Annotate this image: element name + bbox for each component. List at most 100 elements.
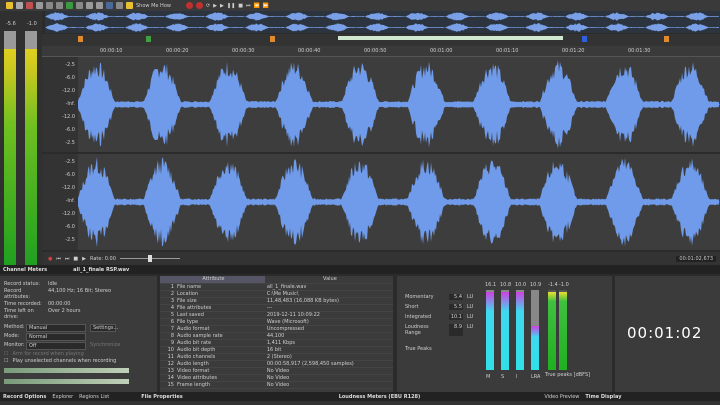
loudness-row: Loudness Range 8.9 LU [405, 324, 473, 336]
loudness-row: Short 5.5 LU [405, 304, 473, 310]
open-icon[interactable] [6, 2, 13, 9]
help-icon[interactable] [126, 2, 133, 9]
undo-icon[interactable] [86, 2, 93, 9]
row-number: 13 [167, 367, 174, 374]
loop-icon[interactable]: ⟳ [206, 3, 210, 9]
property-row[interactable]: 7 Audio format Uncompressed [160, 325, 393, 333]
property-row[interactable]: 13 Video format No Video [160, 367, 393, 375]
record-options-panel: Record status: Idle Record attributes: 44,… [0, 276, 157, 392]
cursor-flag[interactable] [582, 36, 587, 42]
copy-icon[interactable] [56, 2, 63, 9]
tab-channel-meters[interactable]: Channel Meters [3, 267, 47, 273]
mix-icon[interactable] [66, 2, 73, 9]
property-row[interactable]: 9 Audio bit rate 1,411 Kbps [160, 339, 393, 347]
property-row[interactable]: 3 File size 11,48,483 (16,088 KB bytes) [160, 297, 393, 305]
mode-select[interactable]: Normal [26, 333, 86, 341]
loudness-unit: LU [467, 294, 474, 300]
record-icon[interactable] [185, 2, 193, 9]
tab-video-preview[interactable]: Video Preview [544, 394, 579, 400]
column-header[interactable]: Attribute [160, 276, 265, 284]
rate-slider[interactable] [119, 255, 180, 262]
tab-explorer[interactable]: Explorer [52, 394, 73, 400]
time-ruler[interactable]: 00:00:10 00:00:20 00:00:30 00:00:40 00:00:50… [42, 46, 720, 57]
save-icon[interactable] [16, 2, 23, 9]
overview-waveform[interactable] [45, 11, 720, 33]
tab-time-display[interactable]: Time Display [585, 394, 621, 400]
forward-icon[interactable]: ⏩ [263, 3, 269, 9]
tab-record-options[interactable]: Record Options [3, 394, 46, 400]
show-me-how-button[interactable]: Show Me How [136, 3, 171, 9]
play-icon[interactable]: ▶ [220, 3, 224, 9]
stop-icon[interactable]: ■ [238, 3, 243, 9]
tab-file-properties[interactable]: File Properties [141, 394, 182, 400]
play-icon[interactable]: ▶ [82, 256, 86, 262]
db-label: -12.0 [62, 211, 75, 217]
marker-bar[interactable] [42, 34, 720, 46]
property-name: Audio sample rate [177, 332, 223, 339]
channel-2-waveform[interactable] [78, 154, 720, 250]
monitor-select[interactable]: Off [26, 342, 86, 350]
checkbox[interactable]: ☐ [4, 351, 8, 357]
crop-icon[interactable] [76, 2, 83, 9]
db-label: -2.5 [65, 62, 75, 68]
row-number: 9 [170, 339, 174, 346]
column-header[interactable]: Value [264, 276, 393, 284]
property-row[interactable]: 14 Video attributes No Video [160, 374, 393, 382]
property-row[interactable]: 11 Audio channels 2 (Stereo) [160, 353, 393, 361]
label: Monitor: [4, 342, 25, 348]
edit-tool-icon[interactable] [106, 2, 113, 9]
rewind-icon[interactable]: ⏪ [254, 3, 260, 9]
settings-button[interactable]: Settings... [90, 324, 118, 332]
cut-icon[interactable] [46, 2, 53, 9]
property-row[interactable]: 10 Audio bit depth 16 bit [160, 346, 393, 354]
play-all-icon[interactable]: ▶ [213, 3, 217, 9]
marker-flag[interactable] [270, 36, 275, 42]
property-value: Uncompressed [264, 325, 393, 333]
tab-regions-list[interactable]: Regions List [79, 394, 109, 400]
row-number: 5 [170, 311, 174, 318]
stop-icon[interactable]: ■ [73, 256, 78, 262]
go-start-icon[interactable]: ⏮ [246, 3, 251, 9]
region-flag[interactable] [146, 36, 151, 42]
property-row[interactable]: 4 File attributes --- [160, 304, 393, 312]
loudness-meters-panel: Momentary 5.4 LU Short 5.5 LU Integrated 10.1 LU… [397, 276, 612, 392]
property-value: No Video [264, 381, 393, 389]
region-bar[interactable] [338, 36, 563, 40]
redo-icon[interactable] [96, 2, 103, 9]
tab-file[interactable]: all_1_finale RSP.wav [73, 267, 129, 273]
row-number: 1 [170, 283, 174, 290]
property-row[interactable]: 2 Location C:\Me Music\ [160, 290, 393, 298]
record-arm-icon[interactable] [195, 2, 203, 9]
property-value: 44,100 [264, 332, 393, 340]
property-row[interactable]: 8 Audio sample rate 44,100 [160, 332, 393, 340]
record-icon[interactable]: ● [48, 256, 52, 262]
property-row[interactable]: 1 File name all_1_finale.wav [160, 283, 393, 291]
waveform-shape [78, 157, 719, 247]
go-end-icon[interactable]: ⏭ [65, 256, 70, 262]
pause-icon[interactable]: ❚❚ [227, 3, 235, 9]
property-name: Video format [177, 367, 210, 374]
tab-loudness[interactable]: Loudness Meters (EBU R128) [339, 394, 421, 400]
row-number: 12 [167, 360, 174, 367]
channel-meters: -5.6 -1.0 [0, 11, 42, 265]
channel-1-waveform[interactable] [78, 57, 720, 152]
marker-flag[interactable] [78, 36, 83, 42]
true-peak-meter [548, 290, 556, 370]
property-row[interactable]: 15 Frame length No Video [160, 381, 393, 389]
row-number: 2 [170, 290, 174, 297]
magnify-tool-icon[interactable] [116, 2, 123, 9]
property-row[interactable]: 5 Last saved 2019-12-11 10:09:22 [160, 311, 393, 319]
label: Method: [4, 324, 25, 330]
save-as-icon[interactable] [36, 2, 43, 9]
marker-flag[interactable] [664, 36, 669, 42]
go-start-icon[interactable]: ⏮ [56, 256, 61, 262]
property-row[interactable]: 12 Audio length 00:00:58,917 (2,598,450 sa… [160, 360, 393, 368]
loudness-row: Integrated 10.1 LU [405, 314, 473, 320]
property-value: --- [264, 304, 393, 312]
method-select[interactable]: Manual [26, 324, 86, 332]
render-icon[interactable] [26, 2, 33, 9]
property-row[interactable]: 6 File type Wave (Microsoft) [160, 318, 393, 326]
checkbox[interactable]: ☐ [4, 358, 8, 364]
loudness-meter [516, 290, 524, 370]
transport-bar: ● ⏮ ⏭ ■ ▶ Rate: 0.00 00:01:02,673 [42, 252, 720, 265]
